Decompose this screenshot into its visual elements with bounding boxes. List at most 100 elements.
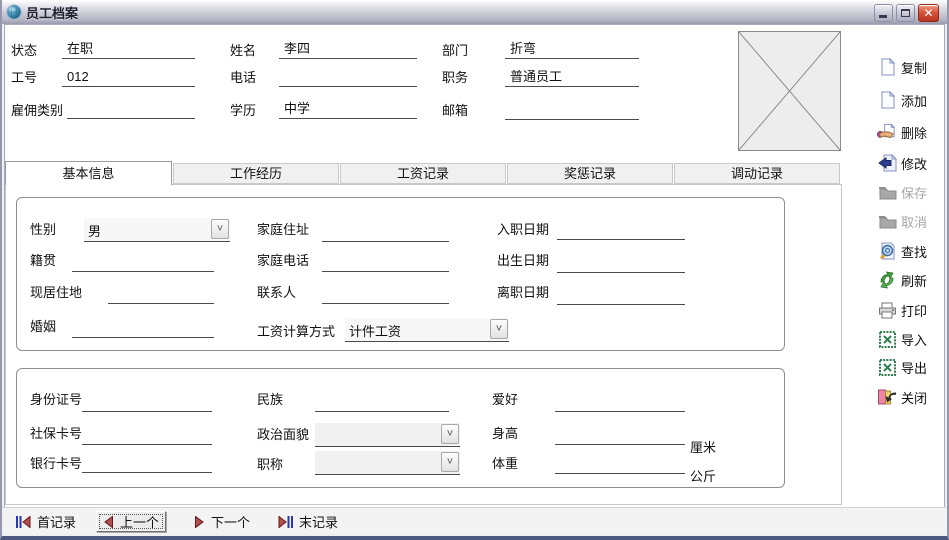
- hobby-label: 爱好: [492, 391, 518, 408]
- gender-select[interactable]: 男 ˅: [84, 218, 230, 242]
- position-field[interactable]: 普通员工: [505, 67, 639, 87]
- tab-salary-records[interactable]: 工资记录: [340, 163, 506, 184]
- id-number-field[interactable]: [82, 392, 212, 412]
- marriage-field[interactable]: [72, 318, 214, 338]
- home-address-label: 家庭住址: [257, 221, 309, 238]
- tab-transfer-records[interactable]: 调动记录: [674, 163, 840, 184]
- ethnicity-label: 民族: [257, 391, 283, 408]
- education-label: 学历: [230, 102, 256, 119]
- education-field[interactable]: 中学: [279, 99, 417, 119]
- leave-date-field[interactable]: [557, 285, 685, 305]
- print-label: 打印: [901, 301, 927, 320]
- add-button[interactable]: 添加: [877, 89, 927, 111]
- import-button[interactable]: 导入: [877, 328, 927, 350]
- height-unit-label: 厘米: [690, 437, 716, 456]
- find-button[interactable]: 查找: [877, 240, 927, 262]
- hire-date-label: 入职日期: [497, 221, 549, 238]
- hobby-field[interactable]: [555, 392, 685, 412]
- phone-label: 电话: [230, 69, 256, 86]
- phone-field[interactable]: [279, 67, 417, 87]
- print-icon: [877, 301, 897, 320]
- native-place-label: 籍贯: [30, 252, 56, 269]
- salary-method-select[interactable]: 计件工资 ˅: [345, 318, 509, 342]
- first-record-button[interactable]: 首记录: [10, 511, 82, 532]
- first-record-label: 首记录: [37, 512, 76, 531]
- first-record-icon: [16, 516, 31, 528]
- exit-button[interactable]: 关闭: [877, 386, 927, 408]
- close-window-button[interactable]: ✕: [918, 4, 939, 22]
- prev-record-label: 上一个: [120, 512, 159, 531]
- app-globe-icon: [6, 4, 22, 20]
- cancel-label: 取消: [901, 212, 927, 231]
- birth-date-field[interactable]: [557, 253, 685, 273]
- bank-card-field[interactable]: [82, 453, 212, 473]
- political-status-label: 政治面貌: [257, 426, 309, 443]
- edit-icon: [877, 154, 897, 173]
- native-place-field[interactable]: [72, 252, 214, 272]
- name-field[interactable]: 李四: [279, 39, 417, 59]
- delete-icon: [877, 123, 897, 142]
- print-button[interactable]: 打印: [877, 299, 927, 321]
- prev-record-icon: [103, 516, 114, 528]
- social-security-label: 社保卡号: [30, 425, 82, 442]
- add-label: 添加: [901, 91, 927, 110]
- close-icon: ✕: [923, 6, 933, 20]
- minimize-button[interactable]: [874, 4, 893, 22]
- refresh-button[interactable]: 刷新: [877, 269, 927, 291]
- record-nav-bar: 首记录 上一个 下一个 末记录: [2, 507, 947, 534]
- contact-person-field[interactable]: [322, 284, 449, 304]
- emp-id-field[interactable]: 012: [62, 67, 195, 87]
- tab-reward-records[interactable]: 奖惩记录: [507, 163, 673, 184]
- modify-label: 修改: [901, 154, 927, 173]
- current-residence-label: 现居住地: [30, 284, 82, 301]
- chevron-down-icon[interactable]: ˅: [490, 319, 508, 339]
- department-field[interactable]: 折弯: [505, 39, 639, 59]
- import-label: 导入: [901, 330, 927, 349]
- excel-import-icon: [877, 330, 897, 349]
- tab-work-history[interactable]: 工作经历: [173, 163, 339, 184]
- save-button: 保存: [877, 181, 927, 203]
- current-residence-field[interactable]: [108, 284, 214, 304]
- email-field[interactable]: [505, 100, 639, 120]
- tab-basic-info[interactable]: 基本信息: [5, 161, 172, 185]
- last-record-button[interactable]: 末记录: [272, 511, 344, 532]
- prev-record-button[interactable]: 上一个: [96, 511, 166, 532]
- exit-label: 关闭: [901, 388, 927, 407]
- copy-button[interactable]: 复制: [877, 56, 927, 78]
- bank-card-label: 银行卡号: [30, 455, 82, 472]
- salary-method-label: 工资计算方式: [257, 323, 335, 340]
- refresh-label: 刷新: [901, 271, 927, 290]
- political-status-select[interactable]: ˅: [315, 423, 460, 447]
- employee-photo-placeholder[interactable]: [738, 31, 841, 151]
- modify-button[interactable]: 修改: [877, 152, 927, 174]
- chevron-down-icon[interactable]: ˅: [441, 452, 459, 472]
- employee-archive-window: 员工档案 ✕ 状态 在职 工号 012 雇佣类别 姓名 李四 电话 学历 中学 …: [0, 0, 949, 540]
- contact-person-label: 联系人: [257, 284, 296, 301]
- chevron-down-icon[interactable]: ˅: [211, 219, 229, 239]
- email-label: 邮箱: [442, 102, 468, 119]
- job-title-select[interactable]: ˅: [315, 451, 460, 475]
- next-record-button[interactable]: 下一个: [188, 511, 256, 532]
- position-label: 职务: [442, 69, 468, 86]
- delete-button[interactable]: 删除: [877, 121, 927, 143]
- salary-method-value: 计件工资: [349, 321, 401, 340]
- search-icon: [877, 242, 897, 261]
- find-label: 查找: [901, 242, 927, 261]
- status-field[interactable]: 在职: [62, 39, 195, 59]
- social-security-field[interactable]: [82, 425, 212, 445]
- home-phone-field[interactable]: [322, 252, 449, 272]
- maximize-icon: [901, 9, 910, 17]
- weight-unit-label: 公斤: [690, 466, 716, 485]
- ethnicity-field[interactable]: [315, 392, 449, 412]
- height-field[interactable]: [555, 425, 685, 445]
- employment-type-field[interactable]: [67, 99, 195, 119]
- chevron-down-icon[interactable]: ˅: [441, 424, 459, 444]
- cancel-icon: [877, 212, 897, 231]
- title-bar: 员工档案 ✕: [2, 0, 947, 24]
- weight-field[interactable]: [555, 454, 685, 474]
- home-address-field[interactable]: [322, 222, 449, 242]
- maximize-button[interactable]: [896, 4, 915, 22]
- hire-date-field[interactable]: [557, 220, 685, 240]
- next-record-icon: [194, 516, 205, 528]
- export-button[interactable]: 导出: [877, 356, 927, 378]
